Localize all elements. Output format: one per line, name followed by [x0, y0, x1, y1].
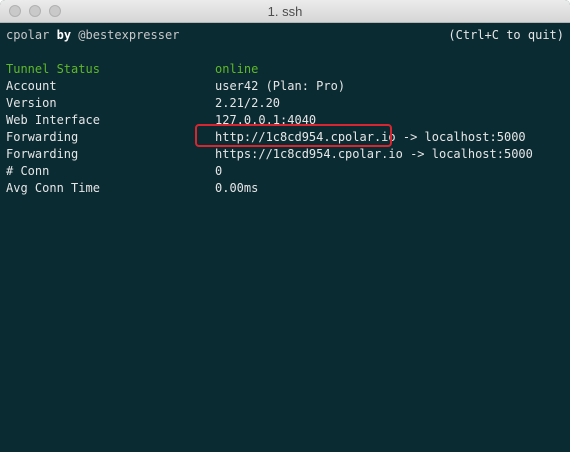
- row-label: Account: [6, 79, 57, 93]
- url-highlight-annotation: [195, 124, 392, 147]
- window-title: 1. ssh: [267, 4, 303, 19]
- tunnel-status-value: online: [215, 62, 259, 76]
- row-label: Avg Conn Time: [6, 181, 100, 195]
- quit-hint: (Ctrl+C to quit): [448, 28, 564, 42]
- avg-conn-time-value: 0.00ms: [215, 181, 259, 195]
- row-label: Forwarding: [6, 130, 79, 144]
- terminal-output[interactable]: cpolar by @bestexpresser (Ctrl+C to quit…: [0, 23, 570, 452]
- row-label: Version: [6, 96, 57, 110]
- row-label: Forwarding: [6, 147, 79, 161]
- row-label: Web Interface: [6, 113, 100, 127]
- account-value: user42 (Plan: Pro): [215, 79, 346, 93]
- title-bar[interactable]: 1. ssh: [0, 0, 570, 23]
- forwarding-https-value: https://1c8cd954.cpolar.io -> localhost:…: [215, 147, 533, 161]
- row-label: Tunnel Status: [6, 62, 100, 76]
- terminal-window: 1. ssh cpolar by @bestexpresser (Ctrl+C …: [0, 0, 570, 452]
- conn-count-value: 0: [215, 164, 223, 178]
- row-label: # Conn: [6, 164, 50, 178]
- app-header: cpolar by @bestexpresser: [6, 27, 179, 44]
- app-name: cpolar: [6, 28, 50, 42]
- author-handle: @bestexpresser: [78, 28, 180, 42]
- version-value: 2.21/2.20: [215, 96, 281, 110]
- by-label: by: [56, 28, 72, 42]
